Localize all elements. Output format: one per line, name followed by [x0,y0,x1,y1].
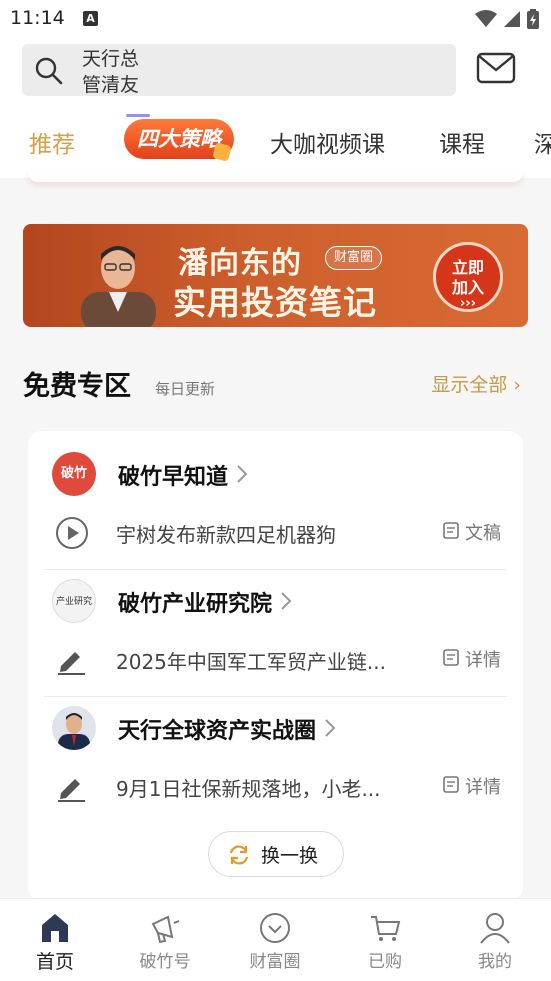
tab-video-courses[interactable]: 大咖视频课 [270,125,385,159]
nav-label: 已购 [368,952,402,972]
search-icon [35,57,63,85]
channel-name[interactable]: 破竹早知道 [118,459,248,491]
join-button-label: 加入 [451,278,484,297]
item-action-link[interactable]: 详情 [443,773,501,799]
join-arrows-icon: ››› [459,296,477,311]
banner-tag: 财富圈 [325,246,383,270]
category-tabs: 推荐 四大策略 大咖视频课 课程 深 [0,100,551,178]
megaphone-icon [151,915,180,944]
channel-name[interactable]: 天行全球资产实战圈 [118,713,336,745]
chevron-right-icon [280,592,292,610]
user-icon [480,913,510,944]
channel-name-text: 破竹早知道 [118,465,229,490]
tab-recommend[interactable]: 推荐 [29,125,75,159]
join-button-label: 立即 [451,258,484,277]
pill-decoration [126,114,150,117]
channel-name[interactable]: 破竹产业研究院 [118,586,292,618]
notification-icon: A [83,11,98,26]
refresh-button[interactable]: 换一换 [208,831,344,877]
avatar: 破竹 [52,452,96,496]
item-description: 9月1日社保新规落地，小老... [116,777,381,801]
item-description: 宇树发布新款四足机器狗 [116,523,336,547]
join-button[interactable]: 立即 加入 ››› [433,242,503,312]
channel-name-text: 天行全球资产实战圈 [118,719,317,744]
presenter-photo [81,246,156,327]
search-hint: 管清友 [82,74,140,96]
home-icon [42,914,68,942]
nav-mine[interactable]: 我的 [440,899,550,981]
document-icon [443,522,460,539]
circle-icon [260,913,290,943]
nav-wealth-circle[interactable]: 财富圈 [220,899,330,981]
edit-icon [58,652,85,675]
section-title: 免费专区 [23,371,131,402]
status-time: 11:14 [10,7,65,29]
tab-courses[interactable]: 课程 [439,125,485,159]
item-action-link[interactable]: 详情 [443,646,501,672]
nav-label: 我的 [478,952,512,972]
section-subtitle: 每日更新 [155,380,216,398]
chevron-right-icon [324,719,336,737]
chevron-right-icon [236,465,248,483]
tab-more[interactable]: 深 [534,125,551,159]
search-input[interactable]: 天行总 管清友 [22,44,456,96]
item-description: 2025年中国军工军贸产业链... [116,650,386,674]
play-icon [56,517,88,549]
item-action-label: 文稿 [465,523,501,544]
tab-shadow-card [28,170,523,182]
item-action-label: 详情 [465,777,501,798]
nav-pozhuhao[interactable]: 破竹号 [110,899,220,981]
item-action-link[interactable]: 文稿 [443,519,501,545]
divider [44,569,507,570]
refresh-icon [229,845,249,865]
bottom-nav: 首页 破竹号 财富圈 已购 我的 [0,898,551,981]
free-zone-card: 破竹 破竹早知道 宇树发布新款四足机器狗 文稿 产业研究院 破竹产业研究院 20… [28,431,523,901]
battery-icon [527,9,539,29]
nav-home[interactable]: 首页 [0,899,110,981]
cart-icon [371,916,401,941]
signal-icon [504,11,520,27]
divider [44,696,507,697]
promo-banner[interactable]: 潘向东的 财富圈 实用投资笔记 立即 加入 ››› [23,224,528,327]
avatar: 产业研究院 [52,579,96,623]
banner-subtitle: 实用投资笔记 [173,283,377,322]
refresh-label: 换一换 [261,845,319,867]
item-action-label: 详情 [465,650,501,671]
mail-icon[interactable] [476,52,516,84]
document-icon [443,776,460,793]
nav-label: 首页 [35,951,74,973]
channel-name-text: 破竹产业研究院 [118,592,273,617]
nav-label: 破竹号 [139,952,191,972]
status-bar: 11:14 A [0,0,551,38]
search-hint-scroller: 天行总 管清友 [82,46,139,96]
nav-label: 财富圈 [249,952,301,972]
search-hint: 天行总 [82,48,140,70]
nav-purchased[interactable]: 已购 [330,899,440,981]
wifi-icon [475,10,497,27]
edit-icon [58,779,85,802]
avatar [52,706,96,750]
show-all-link[interactable]: 显示全部 › [431,370,521,397]
document-icon [443,649,460,666]
top-bar: 天行总 管清友 [0,38,551,100]
